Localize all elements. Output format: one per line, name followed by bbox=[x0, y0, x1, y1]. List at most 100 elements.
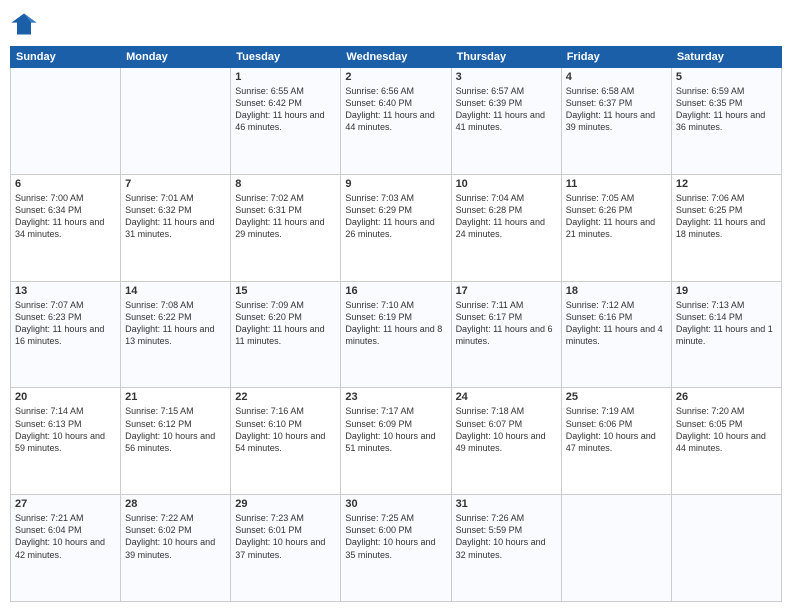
col-header-monday: Monday bbox=[121, 47, 231, 68]
day-info: Sunrise: 6:58 AMSunset: 6:37 PMDaylight:… bbox=[566, 85, 667, 134]
day-cell: 23Sunrise: 7:17 AMSunset: 6:09 PMDayligh… bbox=[341, 388, 451, 495]
day-cell: 17 Sunrise: 7:11 AMSunset: 6:17 PMDayligh… bbox=[451, 281, 561, 388]
day-number: 27 bbox=[15, 498, 116, 510]
day-cell: 24 Sunrise: 7:18 AMSunset: 6:07 PMDayligh… bbox=[451, 388, 561, 495]
day-info: Sunrise: 7:05 AMSunset: 6:26 PMDaylight:… bbox=[566, 192, 667, 241]
day-cell: 31Sunrise: 7:26 AMSunset: 5:59 PMDayligh… bbox=[451, 495, 561, 602]
day-info: Sunrise: 7:16 AMSunset: 6:10 PMDaylight:… bbox=[235, 405, 336, 454]
day-info: Sunrise: 7:15 AMSunset: 6:12 PMDaylight:… bbox=[125, 405, 226, 454]
day-info: Sunrise: 7:14 AMSunset: 6:13 PMDaylight:… bbox=[15, 405, 116, 454]
header bbox=[10, 10, 782, 38]
day-number: 28 bbox=[125, 498, 226, 510]
day-info: Sunrise: 7:23 AMSunset: 6:01 PMDaylight:… bbox=[235, 512, 336, 561]
logo bbox=[10, 10, 42, 38]
day-cell: 15 Sunrise: 7:09 AMSunset: 6:20 PMDayligh… bbox=[231, 281, 341, 388]
day-cell: 1 Sunrise: 6:55 AMSunset: 6:42 PMDaylight… bbox=[231, 68, 341, 175]
day-cell: 26Sunrise: 7:20 AMSunset: 6:05 PMDayligh… bbox=[671, 388, 781, 495]
day-info: Sunrise: 7:03 AMSunset: 6:29 PMDaylight:… bbox=[345, 192, 446, 241]
day-cell: 3 Sunrise: 6:57 AMSunset: 6:39 PMDaylight… bbox=[451, 68, 561, 175]
day-number: 26 bbox=[676, 391, 777, 403]
day-cell: 21Sunrise: 7:15 AMSunset: 6:12 PMDayligh… bbox=[121, 388, 231, 495]
day-cell: 13 Sunrise: 7:07 AMSunset: 6:23 PMDayligh… bbox=[11, 281, 121, 388]
day-info: Sunrise: 7:02 AMSunset: 6:31 PMDaylight:… bbox=[235, 192, 336, 241]
day-number: 8 bbox=[235, 178, 336, 190]
day-info: Sunrise: 7:01 AMSunset: 6:32 PMDaylight:… bbox=[125, 192, 226, 241]
col-header-sunday: Sunday bbox=[11, 47, 121, 68]
day-info: Sunrise: 7:22 AMSunset: 6:02 PMDaylight:… bbox=[125, 512, 226, 561]
day-number: 17 bbox=[456, 285, 557, 297]
day-cell: 29 Sunrise: 7:23 AMSunset: 6:01 PMDayligh… bbox=[231, 495, 341, 602]
day-cell: 27 Sunrise: 7:21 AMSunset: 6:04 PMDayligh… bbox=[11, 495, 121, 602]
col-header-tuesday: Tuesday bbox=[231, 47, 341, 68]
day-cell: 18 Sunrise: 7:12 AMSunset: 6:16 PMDayligh… bbox=[561, 281, 671, 388]
day-number: 14 bbox=[125, 285, 226, 297]
day-number: 22 bbox=[235, 391, 336, 403]
day-number: 4 bbox=[566, 71, 667, 83]
calendar-table: SundayMondayTuesdayWednesdayThursdayFrid… bbox=[10, 46, 782, 602]
day-cell: 8 Sunrise: 7:02 AMSunset: 6:31 PMDaylight… bbox=[231, 174, 341, 281]
day-number: 20 bbox=[15, 391, 116, 403]
day-number: 1 bbox=[235, 71, 336, 83]
day-info: Sunrise: 6:56 AMSunset: 6:40 PMDaylight:… bbox=[345, 85, 446, 134]
day-number: 12 bbox=[676, 178, 777, 190]
day-cell: 6 Sunrise: 7:00 AMSunset: 6:34 PMDaylight… bbox=[11, 174, 121, 281]
col-header-saturday: Saturday bbox=[671, 47, 781, 68]
day-info: Sunrise: 7:17 AMSunset: 6:09 PMDaylight:… bbox=[345, 405, 446, 454]
week-row-5: 27 Sunrise: 7:21 AMSunset: 6:04 PMDayligh… bbox=[11, 495, 782, 602]
col-header-wednesday: Wednesday bbox=[341, 47, 451, 68]
day-cell: 10Sunrise: 7:04 AMSunset: 6:28 PMDayligh… bbox=[451, 174, 561, 281]
col-header-thursday: Thursday bbox=[451, 47, 561, 68]
day-info: Sunrise: 7:04 AMSunset: 6:28 PMDaylight:… bbox=[456, 192, 557, 241]
day-info: Sunrise: 7:10 AMSunset: 6:19 PMDaylight:… bbox=[345, 299, 446, 348]
day-number: 18 bbox=[566, 285, 667, 297]
day-cell: 11Sunrise: 7:05 AMSunset: 6:26 PMDayligh… bbox=[561, 174, 671, 281]
day-cell: 12Sunrise: 7:06 AMSunset: 6:25 PMDayligh… bbox=[671, 174, 781, 281]
logo-icon bbox=[10, 10, 38, 38]
day-info: Sunrise: 7:09 AMSunset: 6:20 PMDaylight:… bbox=[235, 299, 336, 348]
day-cell: 22 Sunrise: 7:16 AMSunset: 6:10 PMDayligh… bbox=[231, 388, 341, 495]
day-info: Sunrise: 7:00 AMSunset: 6:34 PMDaylight:… bbox=[15, 192, 116, 241]
day-cell bbox=[561, 495, 671, 602]
day-number: 29 bbox=[235, 498, 336, 510]
day-number: 2 bbox=[345, 71, 446, 83]
day-cell: 25 Sunrise: 7:19 AMSunset: 6:06 PMDayligh… bbox=[561, 388, 671, 495]
day-info: Sunrise: 7:08 AMSunset: 6:22 PMDaylight:… bbox=[125, 299, 226, 348]
day-cell: 5Sunrise: 6:59 AMSunset: 6:35 PMDaylight… bbox=[671, 68, 781, 175]
day-cell: 28 Sunrise: 7:22 AMSunset: 6:02 PMDayligh… bbox=[121, 495, 231, 602]
day-info: Sunrise: 7:18 AMSunset: 6:07 PMDaylight:… bbox=[456, 405, 557, 454]
day-info: Sunrise: 7:25 AMSunset: 6:00 PMDaylight:… bbox=[345, 512, 446, 561]
day-number: 3 bbox=[456, 71, 557, 83]
day-info: Sunrise: 7:26 AMSunset: 5:59 PMDaylight:… bbox=[456, 512, 557, 561]
day-info: Sunrise: 7:12 AMSunset: 6:16 PMDaylight:… bbox=[566, 299, 667, 348]
week-row-3: 13 Sunrise: 7:07 AMSunset: 6:23 PMDayligh… bbox=[11, 281, 782, 388]
day-number: 6 bbox=[15, 178, 116, 190]
day-number: 7 bbox=[125, 178, 226, 190]
day-cell: 16 Sunrise: 7:10 AMSunset: 6:19 PMDayligh… bbox=[341, 281, 451, 388]
day-number: 16 bbox=[345, 285, 446, 297]
day-info: Sunrise: 7:11 AMSunset: 6:17 PMDaylight:… bbox=[456, 299, 557, 348]
day-number: 24 bbox=[456, 391, 557, 403]
day-info: Sunrise: 6:55 AMSunset: 6:42 PMDaylight:… bbox=[235, 85, 336, 134]
day-number: 5 bbox=[676, 71, 777, 83]
day-cell: 20 Sunrise: 7:14 AMSunset: 6:13 PMDayligh… bbox=[11, 388, 121, 495]
page: SundayMondayTuesdayWednesdayThursdayFrid… bbox=[0, 0, 792, 612]
day-info: Sunrise: 7:21 AMSunset: 6:04 PMDaylight:… bbox=[15, 512, 116, 561]
day-info: Sunrise: 7:13 AMSunset: 6:14 PMDaylight:… bbox=[676, 299, 777, 348]
day-cell bbox=[671, 495, 781, 602]
col-header-friday: Friday bbox=[561, 47, 671, 68]
day-info: Sunrise: 6:57 AMSunset: 6:39 PMDaylight:… bbox=[456, 85, 557, 134]
day-cell bbox=[11, 68, 121, 175]
day-cell: 14 Sunrise: 7:08 AMSunset: 6:22 PMDayligh… bbox=[121, 281, 231, 388]
day-number: 15 bbox=[235, 285, 336, 297]
day-number: 30 bbox=[345, 498, 446, 510]
day-cell: 30 Sunrise: 7:25 AMSunset: 6:00 PMDayligh… bbox=[341, 495, 451, 602]
day-number: 25 bbox=[566, 391, 667, 403]
day-number: 13 bbox=[15, 285, 116, 297]
day-number: 19 bbox=[676, 285, 777, 297]
day-info: Sunrise: 7:19 AMSunset: 6:06 PMDaylight:… bbox=[566, 405, 667, 454]
day-cell: 4 Sunrise: 6:58 AMSunset: 6:37 PMDaylight… bbox=[561, 68, 671, 175]
week-row-2: 6 Sunrise: 7:00 AMSunset: 6:34 PMDaylight… bbox=[11, 174, 782, 281]
day-info: Sunrise: 7:07 AMSunset: 6:23 PMDaylight:… bbox=[15, 299, 116, 348]
week-row-1: 1 Sunrise: 6:55 AMSunset: 6:42 PMDaylight… bbox=[11, 68, 782, 175]
day-number: 9 bbox=[345, 178, 446, 190]
